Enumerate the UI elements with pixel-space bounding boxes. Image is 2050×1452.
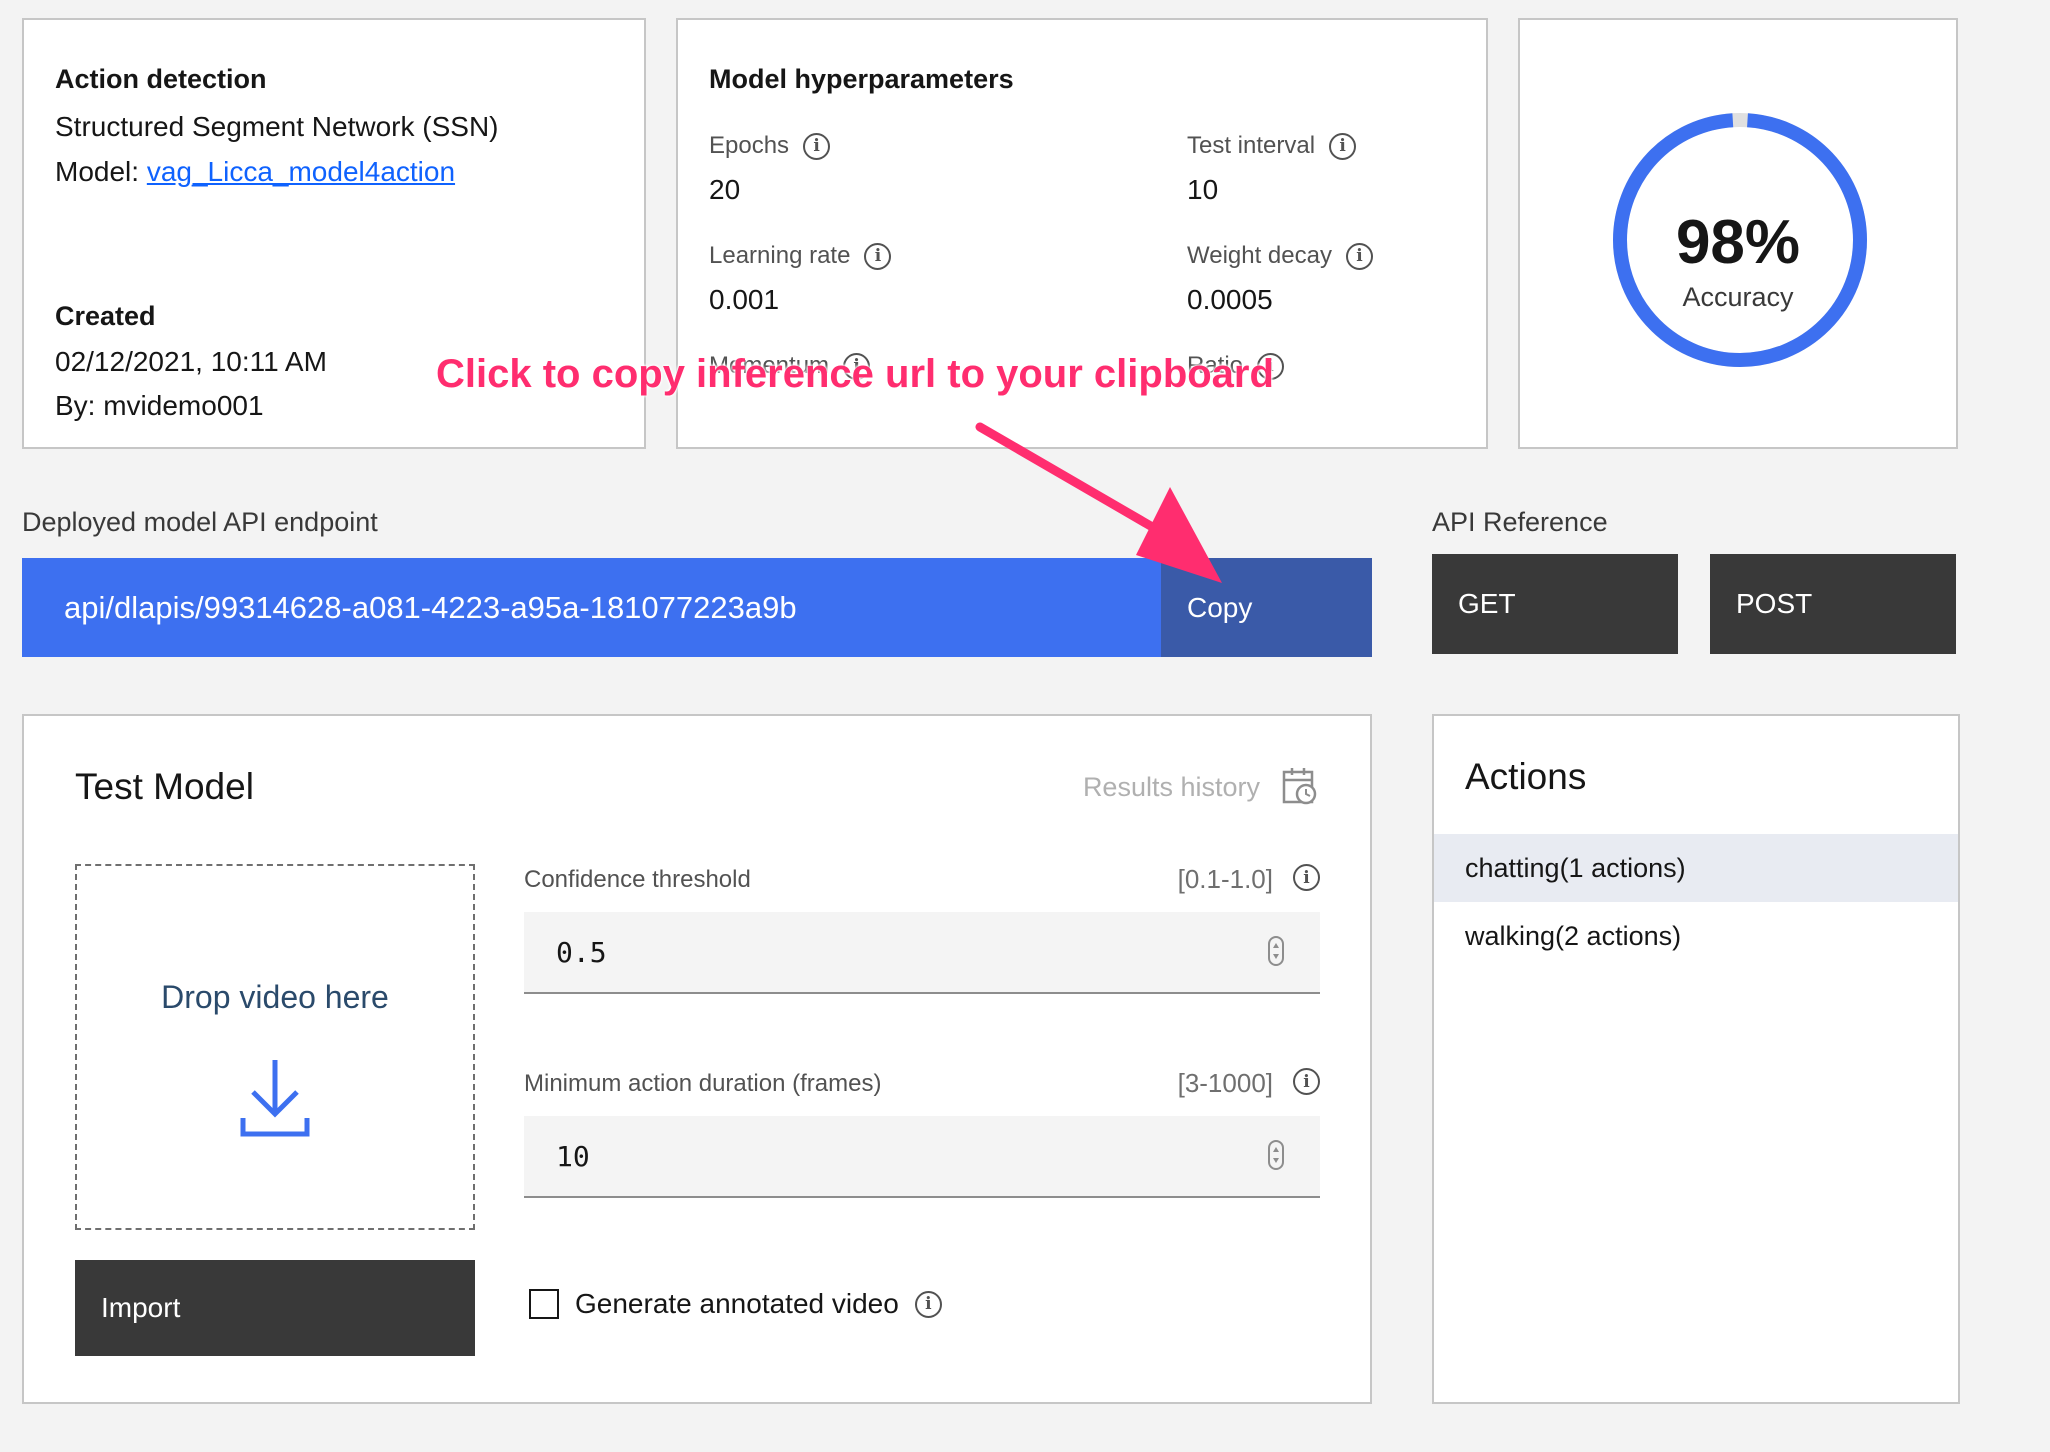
generate-annotated-video-label[interactable]: Generate annotated video bbox=[575, 1288, 899, 1320]
info-icon[interactable]: i bbox=[914, 1290, 942, 1318]
results-history-link[interactable]: Results history bbox=[1083, 772, 1260, 803]
actions-title: Actions bbox=[1465, 756, 1587, 797]
network-name: Structured Segment Network (SSN) bbox=[55, 111, 499, 142]
accuracy-value: 98% bbox=[1675, 208, 1801, 277]
annotation-callout: Click to copy inference url to your clip… bbox=[436, 352, 1274, 396]
action-item-walking[interactable]: walking(2 actions) bbox=[1434, 902, 1958, 970]
confidence-threshold-range: [0.1-1.0] bbox=[1177, 864, 1273, 894]
confidence-threshold-value: 0.5 bbox=[556, 936, 607, 969]
accuracy-label: Accuracy bbox=[1682, 282, 1794, 312]
annotation-arrow-icon bbox=[975, 422, 1222, 583]
accuracy-card: 98% Accuracy bbox=[1518, 18, 1958, 449]
hyperparam-label: Test interval bbox=[1187, 132, 1316, 159]
card-title: Action detection bbox=[55, 64, 267, 94]
created-label: Created bbox=[55, 301, 156, 331]
test-model-title: Test Model bbox=[75, 766, 254, 807]
import-button[interactable]: Import bbox=[75, 1260, 475, 1356]
card-title: Model hyperparameters bbox=[709, 64, 1014, 94]
download-icon bbox=[240, 1060, 310, 1137]
generate-annotated-video-row: Generate annotated video i bbox=[529, 1288, 942, 1320]
info-icon[interactable]: i bbox=[1345, 242, 1373, 270]
hyperparam-value: 0.0005 bbox=[1187, 284, 1273, 315]
hyperparam-label: Epochs bbox=[709, 132, 790, 159]
api-reference-label: API Reference bbox=[1432, 507, 1608, 537]
min-action-duration-label: Minimum action duration (frames) bbox=[524, 1070, 882, 1097]
hyperparam-weight-decay: Weight decay i 0.0005 bbox=[1187, 242, 1373, 316]
model-line: Model: vag_Licca_model4action bbox=[55, 156, 455, 188]
number-stepper-icon[interactable] bbox=[1268, 936, 1284, 966]
hyperparam-value: 10 bbox=[1187, 174, 1219, 205]
min-action-duration-input[interactable]: 10 bbox=[524, 1116, 1320, 1198]
hyperparam-learning-rate: Learning rate i 0.001 bbox=[709, 242, 892, 316]
confidence-threshold-label: Confidence threshold bbox=[524, 866, 751, 893]
hyperparam-label: Learning rate bbox=[709, 242, 851, 269]
number-stepper-icon[interactable] bbox=[1268, 1140, 1284, 1170]
info-icon[interactable]: i bbox=[1329, 132, 1357, 160]
hyperparam-test-interval: Test interval i 10 bbox=[1187, 132, 1357, 206]
hyperparam-epochs: Epochs i 20 bbox=[709, 132, 831, 206]
info-icon[interactable]: i bbox=[1293, 1068, 1320, 1095]
model-prefix: Model: bbox=[55, 156, 147, 187]
info-icon[interactable]: i bbox=[864, 242, 892, 270]
info-icon[interactable]: i bbox=[1293, 864, 1320, 891]
confidence-threshold-input[interactable]: 0.5 bbox=[524, 912, 1320, 994]
post-button[interactable]: POST bbox=[1710, 554, 1956, 654]
created-by: By: mvidemo001 bbox=[55, 390, 264, 421]
model-link[interactable]: vag_Licca_model4action bbox=[147, 156, 455, 187]
hyperparam-value: 0.001 bbox=[709, 284, 780, 315]
generate-annotated-video-checkbox[interactable] bbox=[529, 1289, 559, 1319]
hyperparam-label: Weight decay bbox=[1187, 242, 1332, 269]
drop-video-text: Drop video here bbox=[161, 979, 389, 1015]
actions-card: Actions chatting(1 actions) walking(2 ac… bbox=[1432, 714, 1960, 1404]
calendar-history-icon[interactable] bbox=[1282, 766, 1318, 806]
created-date: 02/12/2021, 10:11 AM bbox=[55, 346, 327, 377]
test-model-card: Test Model Results history Drop video he… bbox=[22, 714, 1372, 1404]
min-action-duration-range: [3-1000] bbox=[1177, 1068, 1273, 1098]
min-action-duration-value: 10 bbox=[556, 1140, 590, 1173]
info-icon[interactable]: i bbox=[803, 132, 831, 160]
get-button[interactable]: GET bbox=[1432, 554, 1678, 654]
action-item-chatting[interactable]: chatting(1 actions) bbox=[1434, 834, 1958, 902]
endpoint-label: Deployed model API endpoint bbox=[22, 507, 378, 537]
video-drop-zone[interactable]: Drop video here bbox=[75, 864, 475, 1230]
hyperparam-value: 20 bbox=[709, 174, 741, 205]
